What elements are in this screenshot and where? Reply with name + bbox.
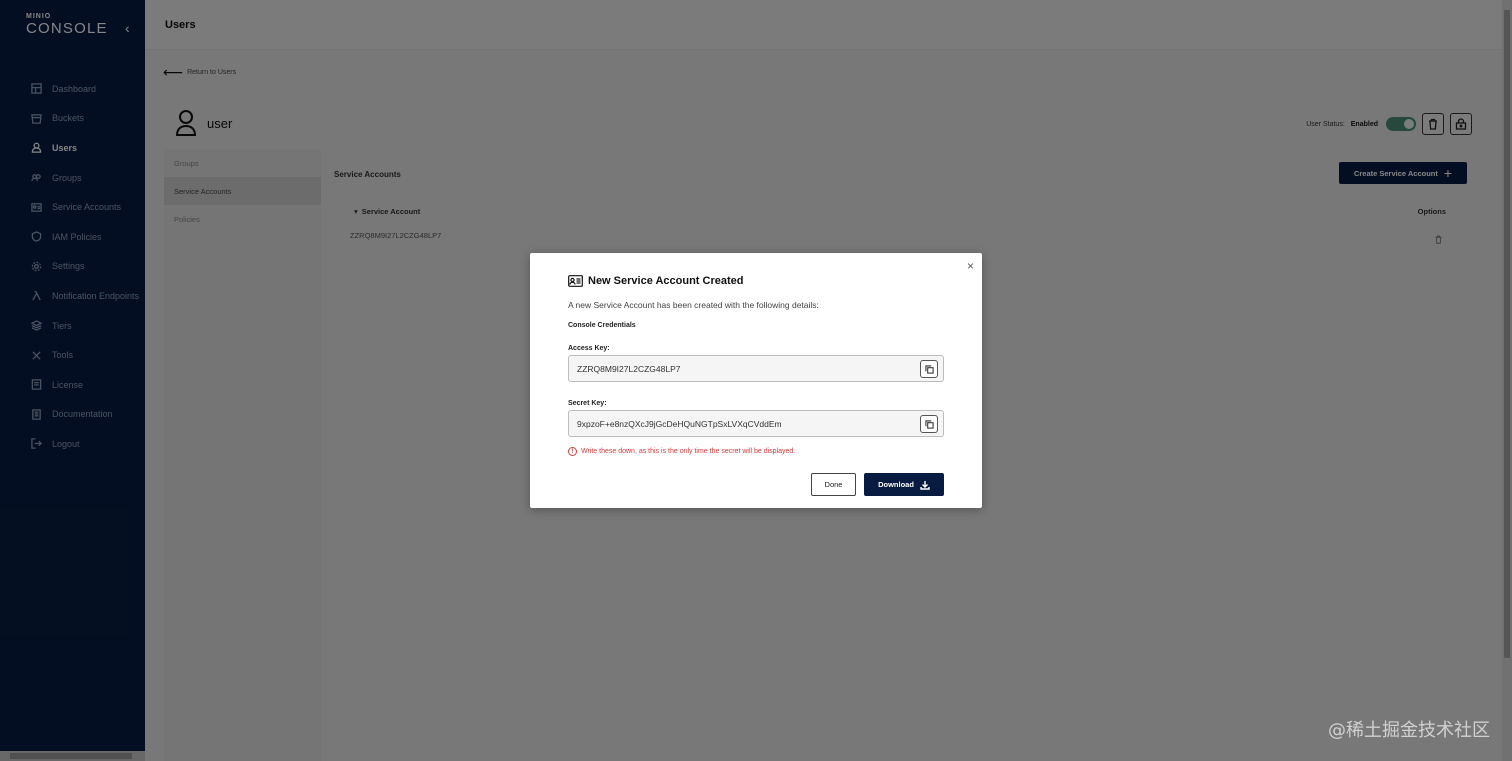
access-key-field[interactable]: ZZRQ8M9I27L2CZG48LP7 (568, 355, 944, 382)
dialog-description: A new Service Account has been created w… (568, 300, 819, 310)
close-icon[interactable]: × (967, 259, 974, 273)
download-button[interactable]: Download (864, 473, 944, 496)
access-key-label: Access Key: (568, 345, 610, 352)
warning-message: ! Write these down, as this is the only … (568, 447, 795, 456)
new-service-account-dialog: × New Service Account Created A new Serv… (530, 253, 982, 508)
watermark-text: @稀土掘金技术社区 (1328, 720, 1490, 741)
copy-access-key-button[interactable] (920, 360, 938, 378)
dialog-title-text: New Service Account Created (588, 275, 744, 287)
dialog-title: New Service Account Created (568, 275, 743, 287)
id-card-icon (568, 275, 583, 287)
done-button[interactable]: Done (811, 473, 856, 496)
access-key-value: ZZRQ8M9I27L2CZG48LP7 (577, 363, 681, 374)
copy-secret-key-button[interactable] (920, 415, 938, 433)
copy-icon (924, 419, 934, 429)
download-label: Download (878, 480, 914, 489)
console-credentials-heading: Console Credentials (568, 322, 636, 329)
warning-text: Write these down, as this is the only ti… (581, 448, 796, 455)
warning-icon: ! (568, 447, 577, 456)
secret-key-value: 9xpzoF+e8nzQXcJ9jGcDeHQuNGTpSxLVXqCVddEm (577, 418, 782, 429)
copy-icon (924, 364, 934, 374)
secret-key-field[interactable]: 9xpzoF+e8nzQXcJ9jGcDeHQuNGTpSxLVXqCVddEm (568, 410, 944, 437)
download-icon (920, 480, 930, 490)
secret-key-label: Secret Key: (568, 400, 607, 407)
